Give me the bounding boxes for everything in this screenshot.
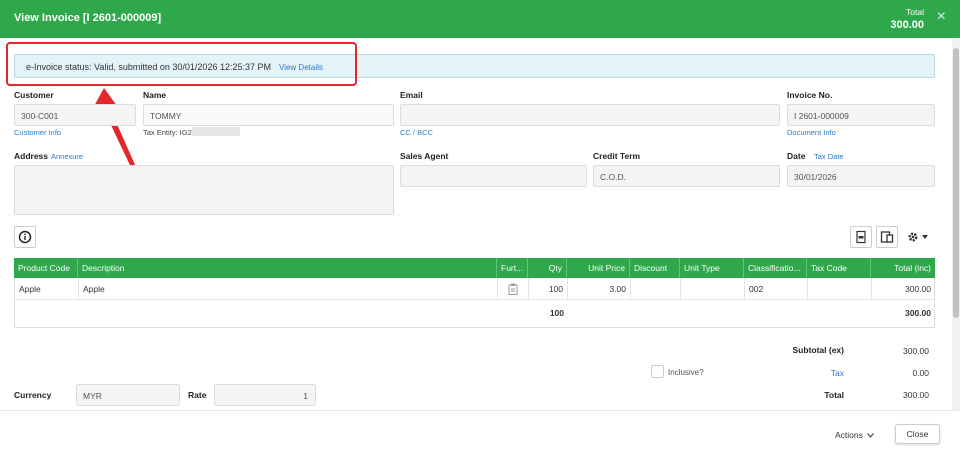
name-value: TOMMY: [150, 111, 182, 121]
document-info-link[interactable]: Document Info: [787, 128, 836, 137]
currency-value: MYR: [83, 391, 102, 401]
name-field: TOMMY: [143, 104, 394, 126]
credit-term-label: Credit Term: [593, 151, 641, 161]
tax-link[interactable]: Tax: [760, 368, 844, 378]
col-description[interactable]: Description: [78, 258, 497, 278]
rate-value: 1: [303, 391, 308, 401]
rate-label: Rate: [188, 390, 207, 400]
pdf-button[interactable]: [850, 226, 872, 248]
col-classification[interactable]: Classificatio...: [744, 258, 807, 278]
settings-dropdown[interactable]: [906, 229, 932, 245]
col-qty[interactable]: Qty: [528, 258, 567, 278]
address-field: [14, 165, 394, 215]
col-further[interactable]: Furt...: [497, 258, 528, 278]
annexure-link[interactable]: Annexure: [51, 152, 83, 161]
header-total-value: 300.00: [890, 19, 924, 31]
dialog-header: View Invoice [I 2601-000009] Total 300.0…: [0, 0, 960, 38]
cell-product-code[interactable]: Apple: [15, 278, 79, 300]
sales-agent-field: [400, 165, 587, 187]
cell-further[interactable]: [498, 278, 529, 300]
total-value: 300.00: [903, 390, 929, 400]
header-total-label: Total: [906, 7, 924, 17]
sales-agent-label: Sales Agent: [400, 151, 449, 161]
tax-date-link[interactable]: Tax Date: [814, 152, 844, 161]
invoice-no-label: Invoice No.: [787, 90, 833, 100]
scrollbar[interactable]: [952, 38, 960, 410]
col-discount[interactable]: Discount: [630, 258, 680, 278]
inclusive-checkbox[interactable]: [651, 365, 664, 378]
actions-label: Actions: [835, 430, 863, 440]
cell-unit-price[interactable]: 3.00: [568, 278, 631, 300]
print-preview-icon: [880, 231, 894, 243]
email-label: Email: [400, 90, 423, 100]
date-value: 30/01/2026: [794, 172, 837, 182]
subtotal-value: 300.00: [903, 346, 929, 356]
clipboard-icon: [508, 283, 518, 295]
qty-total: 100: [549, 308, 564, 318]
dialog-title: View Invoice [I 2601-000009]: [14, 12, 162, 24]
date-label: Date: [787, 151, 806, 161]
scrollbar-thumb[interactable]: [953, 48, 959, 318]
col-tax-code[interactable]: Tax Code: [807, 258, 871, 278]
info-icon: [18, 230, 32, 244]
cell-total[interactable]: 300.00: [872, 278, 935, 300]
close-icon[interactable]: ×: [937, 9, 946, 25]
cell-description[interactable]: Apple: [79, 278, 498, 300]
customer-value: 300-C001: [21, 111, 59, 121]
redacted-block: [192, 127, 240, 136]
preview-button[interactable]: [876, 226, 898, 248]
col-unit-price[interactable]: Unit Price: [567, 258, 630, 278]
items-table-header: Product Code Description Furt... Qty Uni…: [14, 258, 935, 278]
invoice-no-field: I 2601-000009: [787, 104, 935, 126]
address-label: Address: [14, 151, 49, 161]
col-product-code[interactable]: Product Code: [14, 258, 78, 278]
actions-dropdown[interactable]: Actions: [835, 430, 875, 440]
customer-label: Customer: [14, 90, 54, 100]
credit-term-value: C.O.D.: [600, 172, 626, 182]
cc-bcc-link[interactable]: CC / BCC: [400, 128, 433, 137]
currency-label: Currency: [14, 390, 52, 400]
subtotal-label: Subtotal (ex): [792, 345, 844, 355]
customer-field: 300-C001: [14, 104, 136, 126]
invoice-no-value: I 2601-000009: [794, 111, 849, 121]
info-button[interactable]: [14, 226, 36, 248]
customer-info-link[interactable]: Customer Info: [14, 128, 61, 137]
inclusive-label: Inclusive?: [668, 368, 704, 377]
currency-field: MYR: [76, 384, 180, 406]
date-field: 30/01/2026: [787, 165, 935, 187]
dialog-footer: Actions Close: [0, 410, 960, 462]
chevron-down-icon: [867, 433, 875, 438]
tax-entity-text: Tax Entity: IG2: [143, 128, 192, 137]
cell-tax-code[interactable]: [808, 278, 872, 300]
cell-classification[interactable]: 002: [745, 278, 808, 300]
gear-icon: [908, 232, 918, 242]
col-total-inc[interactable]: Total (inc): [871, 258, 935, 278]
tax-value: 0.00: [912, 368, 929, 378]
rate-field: 1: [214, 384, 316, 406]
items-table-body: Apple Apple 100 3.00 002 300.00 100 300.…: [14, 278, 935, 328]
cell-unit-type[interactable]: [681, 278, 745, 300]
cell-qty[interactable]: 100: [529, 278, 568, 300]
total-label: Total: [824, 390, 844, 400]
cell-discount[interactable]: [631, 278, 681, 300]
col-unit-type[interactable]: Unit Type: [680, 258, 744, 278]
grand-total: 300.00: [905, 308, 931, 318]
pdf-icon: [856, 230, 866, 244]
caret-down-icon: [922, 235, 928, 239]
credit-term-field: C.O.D.: [593, 165, 780, 187]
name-label: Name: [143, 90, 167, 100]
close-button[interactable]: Close: [895, 424, 940, 444]
email-field: [400, 104, 780, 126]
highlight-box: [6, 42, 357, 86]
